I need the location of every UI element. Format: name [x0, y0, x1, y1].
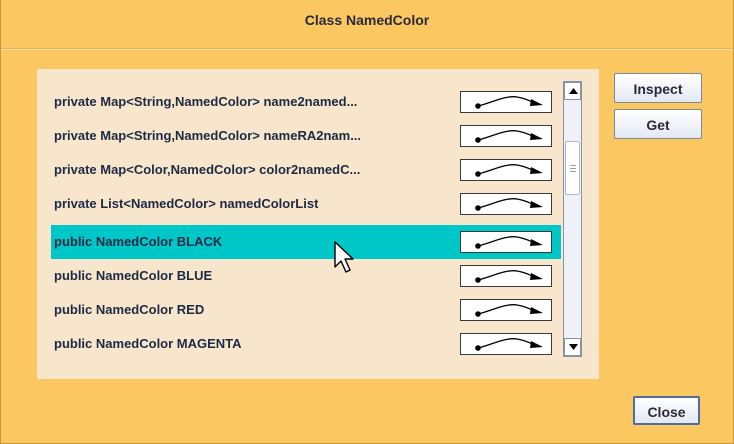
field-row[interactable]: public NamedColor MAGENTA — [51, 327, 561, 361]
field-row-selected[interactable]: public NamedColor BLACK — [51, 225, 561, 259]
field-value-reference[interactable] — [460, 91, 552, 113]
triangle-down-icon — [569, 344, 578, 350]
object-reference-arrow-icon — [475, 338, 543, 351]
field-value-reference[interactable] — [460, 231, 552, 253]
object-reference-arrow-icon — [475, 270, 543, 283]
scroll-down-button[interactable] — [564, 338, 581, 356]
thumb-grip-line — [570, 168, 576, 169]
thumb-grip-line — [570, 171, 576, 172]
field-label: private Map<Color,NamedColor> color2name… — [54, 162, 361, 177]
field-value-reference[interactable] — [460, 125, 552, 147]
field-row[interactable]: private Map<String,NamedColor> nameRA2na… — [51, 119, 561, 153]
field-label: public NamedColor BLACK — [54, 234, 223, 249]
field-label: public NamedColor RED — [54, 302, 205, 317]
object-reference-arrow-icon — [475, 198, 543, 211]
field-value-reference[interactable] — [460, 299, 552, 321]
object-reference-arrow-icon — [475, 130, 543, 143]
field-row[interactable]: public NamedColor RED — [51, 293, 561, 327]
field-row[interactable]: private Map<Color,NamedColor> color2name… — [51, 153, 561, 187]
field-row[interactable]: public NamedColor BLUE — [51, 259, 561, 293]
field-label: private Map<String,NamedColor> name2name… — [54, 94, 358, 109]
field-value-reference[interactable] — [460, 333, 552, 355]
scroll-thumb[interactable] — [565, 141, 580, 195]
triangle-up-icon — [569, 88, 578, 94]
field-label: private List<NamedColor> namedColorList — [54, 196, 319, 211]
object-reference-arrow-icon — [475, 304, 543, 317]
field-label: private Map<String,NamedColor> nameRA2na… — [54, 128, 362, 143]
scroll-up-button[interactable] — [564, 82, 581, 100]
field-value-reference[interactable] — [460, 193, 552, 215]
window-title: Class NamedColor — [304, 12, 430, 28]
field-label: public NamedColor MAGENTA — [54, 336, 242, 351]
field-label: public NamedColor BLUE — [54, 268, 213, 283]
thumb-grip-line — [570, 165, 576, 166]
field-value-reference[interactable] — [460, 159, 552, 181]
field-row[interactable]: private Map<String,NamedColor> name2name… — [51, 85, 561, 119]
object-reference-arrow-icon — [475, 96, 543, 109]
object-reference-arrow-icon — [475, 236, 543, 249]
object-reference-arrow-icon — [475, 164, 543, 177]
close-button[interactable]: Close — [633, 396, 700, 425]
field-value-reference[interactable] — [460, 265, 552, 287]
class-inspector-window: Class NamedColor private Map<String,Name… — [0, 0, 734, 444]
title-divider — [1, 48, 733, 50]
field-list-panel: private Map<String,NamedColor> name2name… — [37, 69, 599, 379]
inspect-button[interactable]: Inspect — [614, 73, 702, 103]
field-row[interactable]: private List<NamedColor> namedColorList — [51, 187, 561, 221]
vertical-scrollbar[interactable] — [563, 81, 582, 357]
get-button[interactable]: Get — [614, 109, 702, 139]
mouse-pointer-icon — [334, 241, 354, 273]
